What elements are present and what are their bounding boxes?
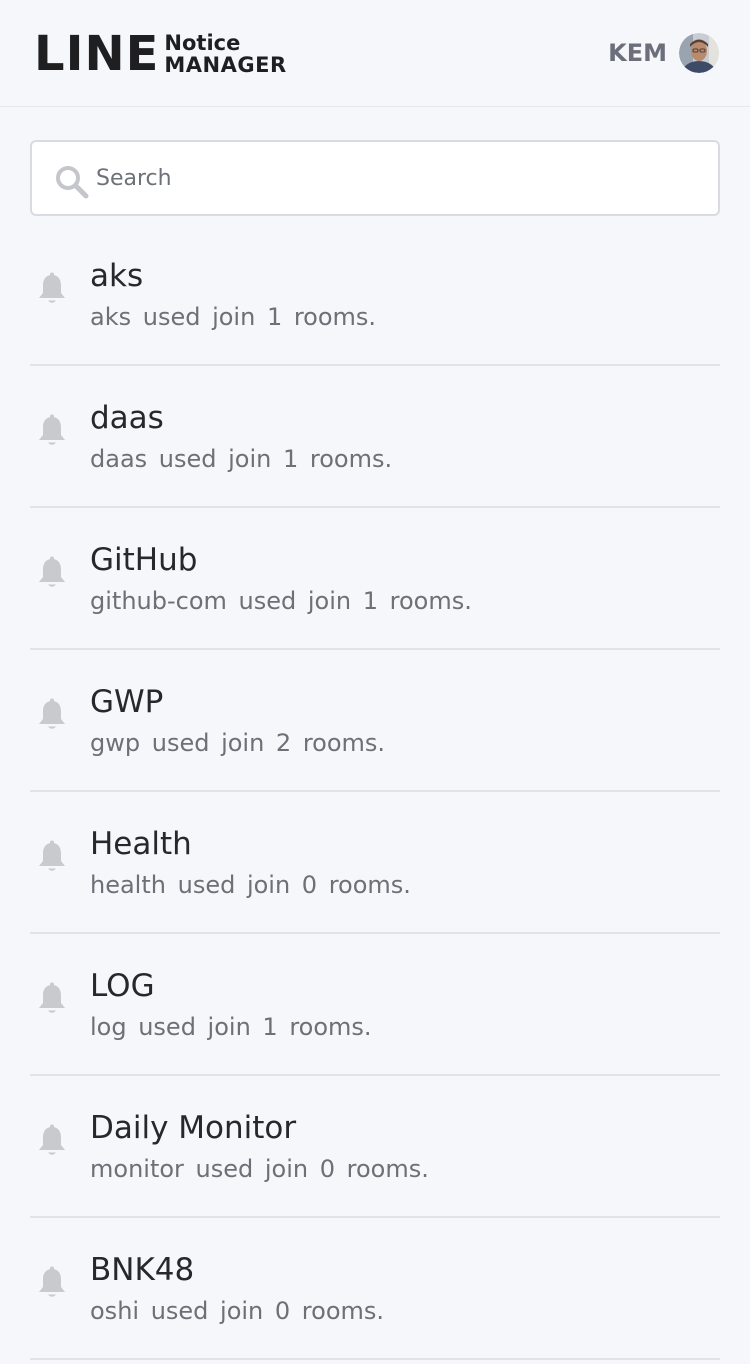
search-box[interactable] bbox=[30, 140, 720, 216]
brand-notice-text: Notice bbox=[164, 31, 241, 55]
item-title: LOG bbox=[90, 968, 155, 1004]
item-description: monitor used join 0 rooms. bbox=[90, 1155, 429, 1183]
bell-icon bbox=[39, 556, 65, 587]
list-item[interactable]: GWP gwp used join 2 rooms. bbox=[30, 650, 720, 792]
list-item[interactable]: LOG log used join 1 rooms. bbox=[30, 934, 720, 1076]
item-title: daas bbox=[90, 400, 164, 436]
bell-icon bbox=[39, 1124, 65, 1155]
item-description: oshi used join 0 rooms. bbox=[90, 1297, 385, 1325]
item-title: Health bbox=[90, 826, 192, 862]
user-avatar[interactable] bbox=[679, 33, 719, 73]
list-item[interactable]: aks aks used join 1 rooms. bbox=[30, 224, 720, 366]
user-name: KEM bbox=[608, 39, 667, 67]
list-item[interactable]: GitHub github-com used join 1 rooms. bbox=[30, 508, 720, 650]
item-title: GitHub bbox=[90, 542, 198, 578]
item-description: daas used join 1 rooms. bbox=[90, 445, 393, 473]
list-item[interactable]: BNK48 oshi used join 0 rooms. bbox=[30, 1218, 720, 1360]
bell-icon bbox=[39, 414, 65, 445]
bell-icon bbox=[39, 982, 65, 1013]
bell-icon bbox=[39, 1266, 65, 1297]
search-icon bbox=[56, 166, 89, 199]
item-description: gwp used join 2 rooms. bbox=[90, 729, 386, 757]
item-description: log used join 1 rooms. bbox=[90, 1013, 372, 1041]
user-menu[interactable]: KEM bbox=[608, 33, 719, 73]
brand-manager-text: MANAGER bbox=[164, 53, 287, 77]
list-item[interactable]: Health health used join 0 rooms. bbox=[30, 792, 720, 934]
bell-icon bbox=[39, 272, 65, 303]
search-input[interactable] bbox=[96, 142, 706, 214]
list-item[interactable]: Daily Monitor monitor used join 0 rooms. bbox=[30, 1076, 720, 1218]
brand-line-text: LINE bbox=[34, 26, 160, 82]
brand-subtitle: Notice MANAGER bbox=[164, 32, 286, 76]
app-header: LINE Notice MANAGER KEM bbox=[0, 0, 750, 107]
item-description: github-com used join 1 rooms. bbox=[90, 587, 472, 615]
list-item[interactable]: daas daas used join 1 rooms. bbox=[30, 366, 720, 508]
bell-icon bbox=[39, 840, 65, 871]
bell-icon bbox=[39, 698, 65, 729]
item-title: GWP bbox=[90, 684, 164, 720]
item-description: health used join 0 rooms. bbox=[90, 871, 411, 899]
item-description: aks used join 1 rooms. bbox=[90, 303, 377, 331]
brand-logo[interactable]: LINE Notice MANAGER bbox=[34, 28, 287, 80]
item-title: aks bbox=[90, 258, 144, 294]
notice-list: aks aks used join 1 rooms. daas daas used j… bbox=[30, 224, 720, 1360]
item-title: BNK48 bbox=[90, 1252, 195, 1288]
item-title: Daily Monitor bbox=[90, 1110, 297, 1146]
